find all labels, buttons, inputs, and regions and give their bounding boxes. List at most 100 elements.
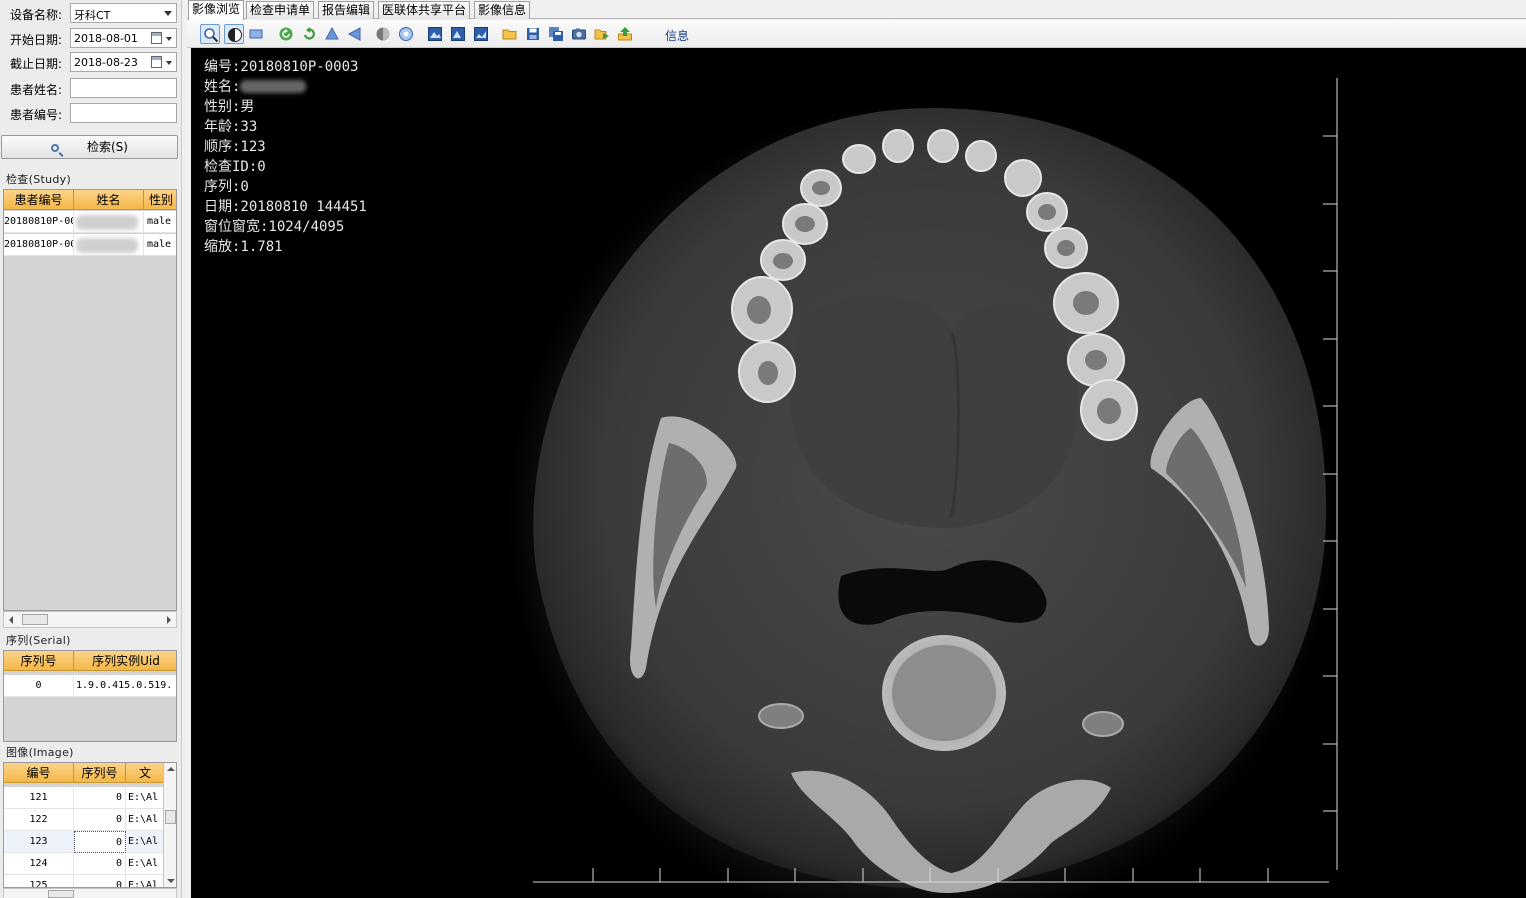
scroll-thumb[interactable]: [48, 890, 74, 898]
end-date-picker[interactable]: 2018-08-23: [70, 52, 177, 72]
window-level-icon[interactable]: [224, 24, 244, 44]
image-compare-icon[interactable]: [448, 24, 468, 44]
patient-id-label: 患者编号:: [10, 108, 63, 122]
table-row[interactable]: 20180810P-000 male: [4, 211, 176, 233]
flip-vertical-icon[interactable]: [322, 24, 342, 44]
device-row: 设备名称: 牙科CT: [0, 2, 182, 24]
select-rect-icon[interactable]: [246, 24, 266, 44]
upload-icon[interactable]: [615, 24, 635, 44]
patient-name-cell: [74, 211, 144, 233]
column-header-serial-uid[interactable]: 序列实例Uid: [74, 651, 176, 671]
overlay-check-id: 检查ID:0: [204, 159, 266, 175]
flip-horizontal-icon[interactable]: [345, 24, 365, 44]
end-date-value: 2018-08-23: [74, 56, 138, 69]
study-horizontal-scrollbar[interactable]: [3, 611, 177, 628]
image-group-title: 图像(Image): [6, 746, 74, 759]
zoom-icon[interactable]: [200, 24, 220, 44]
column-header-sex[interactable]: 性别: [144, 190, 176, 210]
serial-table-header: 序列号 序列实例Uid: [4, 651, 176, 671]
scroll-thumb[interactable]: [165, 810, 176, 824]
search-icon: [51, 144, 59, 152]
patient-id-input[interactable]: [70, 103, 177, 123]
rotate-left-icon[interactable]: [276, 24, 296, 44]
column-header-patient-id[interactable]: 患者编号: [4, 190, 74, 210]
image-serial-cell: 0: [74, 787, 126, 809]
serial-table: 序列号 序列实例Uid 0 1.9.0.415.0.519.: [3, 650, 177, 742]
patient-name-input[interactable]: [70, 78, 177, 98]
device-select[interactable]: 牙科CT: [70, 3, 177, 23]
column-header-image-file[interactable]: 文: [126, 763, 164, 783]
export-icon[interactable]: [592, 24, 612, 44]
invert-icon[interactable]: [373, 24, 393, 44]
info-button[interactable]: 信息: [665, 27, 689, 44]
image-single-icon[interactable]: [425, 24, 445, 44]
start-date-row: 开始日期: 2018-08-01: [0, 27, 182, 49]
patient-name-label: 患者姓名:: [10, 83, 63, 97]
image-serial-cell-editing[interactable]: 0: [74, 831, 126, 853]
image-serial-cell: 0: [74, 875, 126, 887]
table-row[interactable]: 0 1.9.0.415.0.519.: [4, 675, 176, 697]
start-date-picker[interactable]: 2018-08-01: [70, 28, 177, 48]
table-row[interactable]: 121 0 E:\Al: [4, 787, 164, 809]
overlay-series: 序列:0: [204, 179, 249, 195]
image-no-cell: 123: [4, 831, 74, 853]
chevron-down-icon[interactable]: [166, 61, 172, 65]
scroll-up-icon[interactable]: [167, 767, 175, 771]
patient-name-row: 患者姓名:: [0, 77, 182, 99]
image-no-cell: 124: [4, 853, 74, 875]
image-viewport[interactable]: 编号:20180810P-0003 姓名: 性别:男 年龄:33 顺序:123 …: [191, 48, 1526, 898]
reset-icon[interactable]: [396, 24, 416, 44]
table-row-selected[interactable]: 123 0 E:\Al: [4, 831, 164, 853]
search-button[interactable]: 检索(S): [1, 135, 178, 159]
save-icon[interactable]: [523, 24, 543, 44]
study-table-header: 患者编号 姓名 性别: [4, 190, 176, 210]
scroll-thumb[interactable]: [22, 614, 48, 625]
column-header-serial-no[interactable]: 序列号: [4, 651, 74, 671]
column-header-name[interactable]: 姓名: [74, 190, 144, 210]
image-horizontal-scrollbar[interactable]: [3, 888, 177, 898]
start-date-label: 开始日期:: [10, 33, 63, 47]
image-path-cell: E:\Al: [126, 853, 164, 875]
tab-image-info[interactable]: 影像信息: [474, 1, 530, 19]
chevron-down-icon[interactable]: [166, 37, 172, 41]
sex-cell: male: [144, 234, 176, 256]
image-series-icon[interactable]: [471, 24, 491, 44]
column-header-image-serial[interactable]: 序列号: [74, 763, 126, 783]
table-row[interactable]: 124 0 E:\Al: [4, 853, 164, 875]
redacted-name: [240, 80, 307, 93]
tab-image-browse[interactable]: 影像浏览: [188, 0, 244, 20]
image-no-cell: 122: [4, 809, 74, 831]
rotate-right-icon[interactable]: [299, 24, 319, 44]
image-serial-cell: 0: [74, 853, 126, 875]
tab-bar: 影像浏览 检查申请单 报告编辑 医联体共享平台 影像信息: [187, 0, 1526, 20]
image-path-cell: E:\Al: [126, 809, 164, 831]
overlay-window: 窗位窗宽:1024/4095: [204, 219, 345, 235]
search-panel: 设备名称: 牙科CT 开始日期: 2018-08-01 截止日期: 2018-0…: [0, 0, 182, 898]
tab-shared-platform[interactable]: 医联体共享平台: [378, 1, 470, 19]
column-header-image-no[interactable]: 编号: [4, 763, 74, 783]
sex-cell: male: [144, 211, 176, 233]
tab-exam-request[interactable]: 检查申请单: [246, 1, 314, 19]
end-date-label: 截止日期:: [10, 57, 63, 71]
image-serial-cell: 0: [74, 809, 126, 831]
camera-icon[interactable]: [569, 24, 589, 44]
tab-report-edit[interactable]: 报告编辑: [318, 1, 374, 19]
scroll-down-icon[interactable]: [167, 879, 175, 883]
calendar-icon[interactable]: [151, 32, 162, 44]
image-no-cell: 125: [4, 875, 74, 887]
table-row[interactable]: 122 0 E:\Al: [4, 809, 164, 831]
image-vertical-scrollbar[interactable]: [163, 763, 176, 887]
overlay-name-label: 姓名:: [204, 79, 241, 95]
serial-uid-cell: 1.9.0.415.0.519.: [76, 680, 173, 691]
scroll-right-icon[interactable]: [167, 616, 171, 624]
patient-name-cell: [74, 234, 144, 256]
image-table-header: 编号 序列号 文: [4, 763, 164, 783]
table-row[interactable]: 20180810P-000 male: [4, 234, 176, 256]
image-path-cell: E:\Al: [126, 787, 164, 809]
overlay-sex: 性别:男: [204, 99, 255, 115]
table-row[interactable]: 125 0 E:\Al: [4, 875, 164, 887]
calendar-icon[interactable]: [151, 56, 162, 68]
open-folder-icon[interactable]: [500, 24, 520, 44]
save-all-icon[interactable]: [546, 24, 566, 44]
scroll-left-icon[interactable]: [9, 616, 13, 624]
